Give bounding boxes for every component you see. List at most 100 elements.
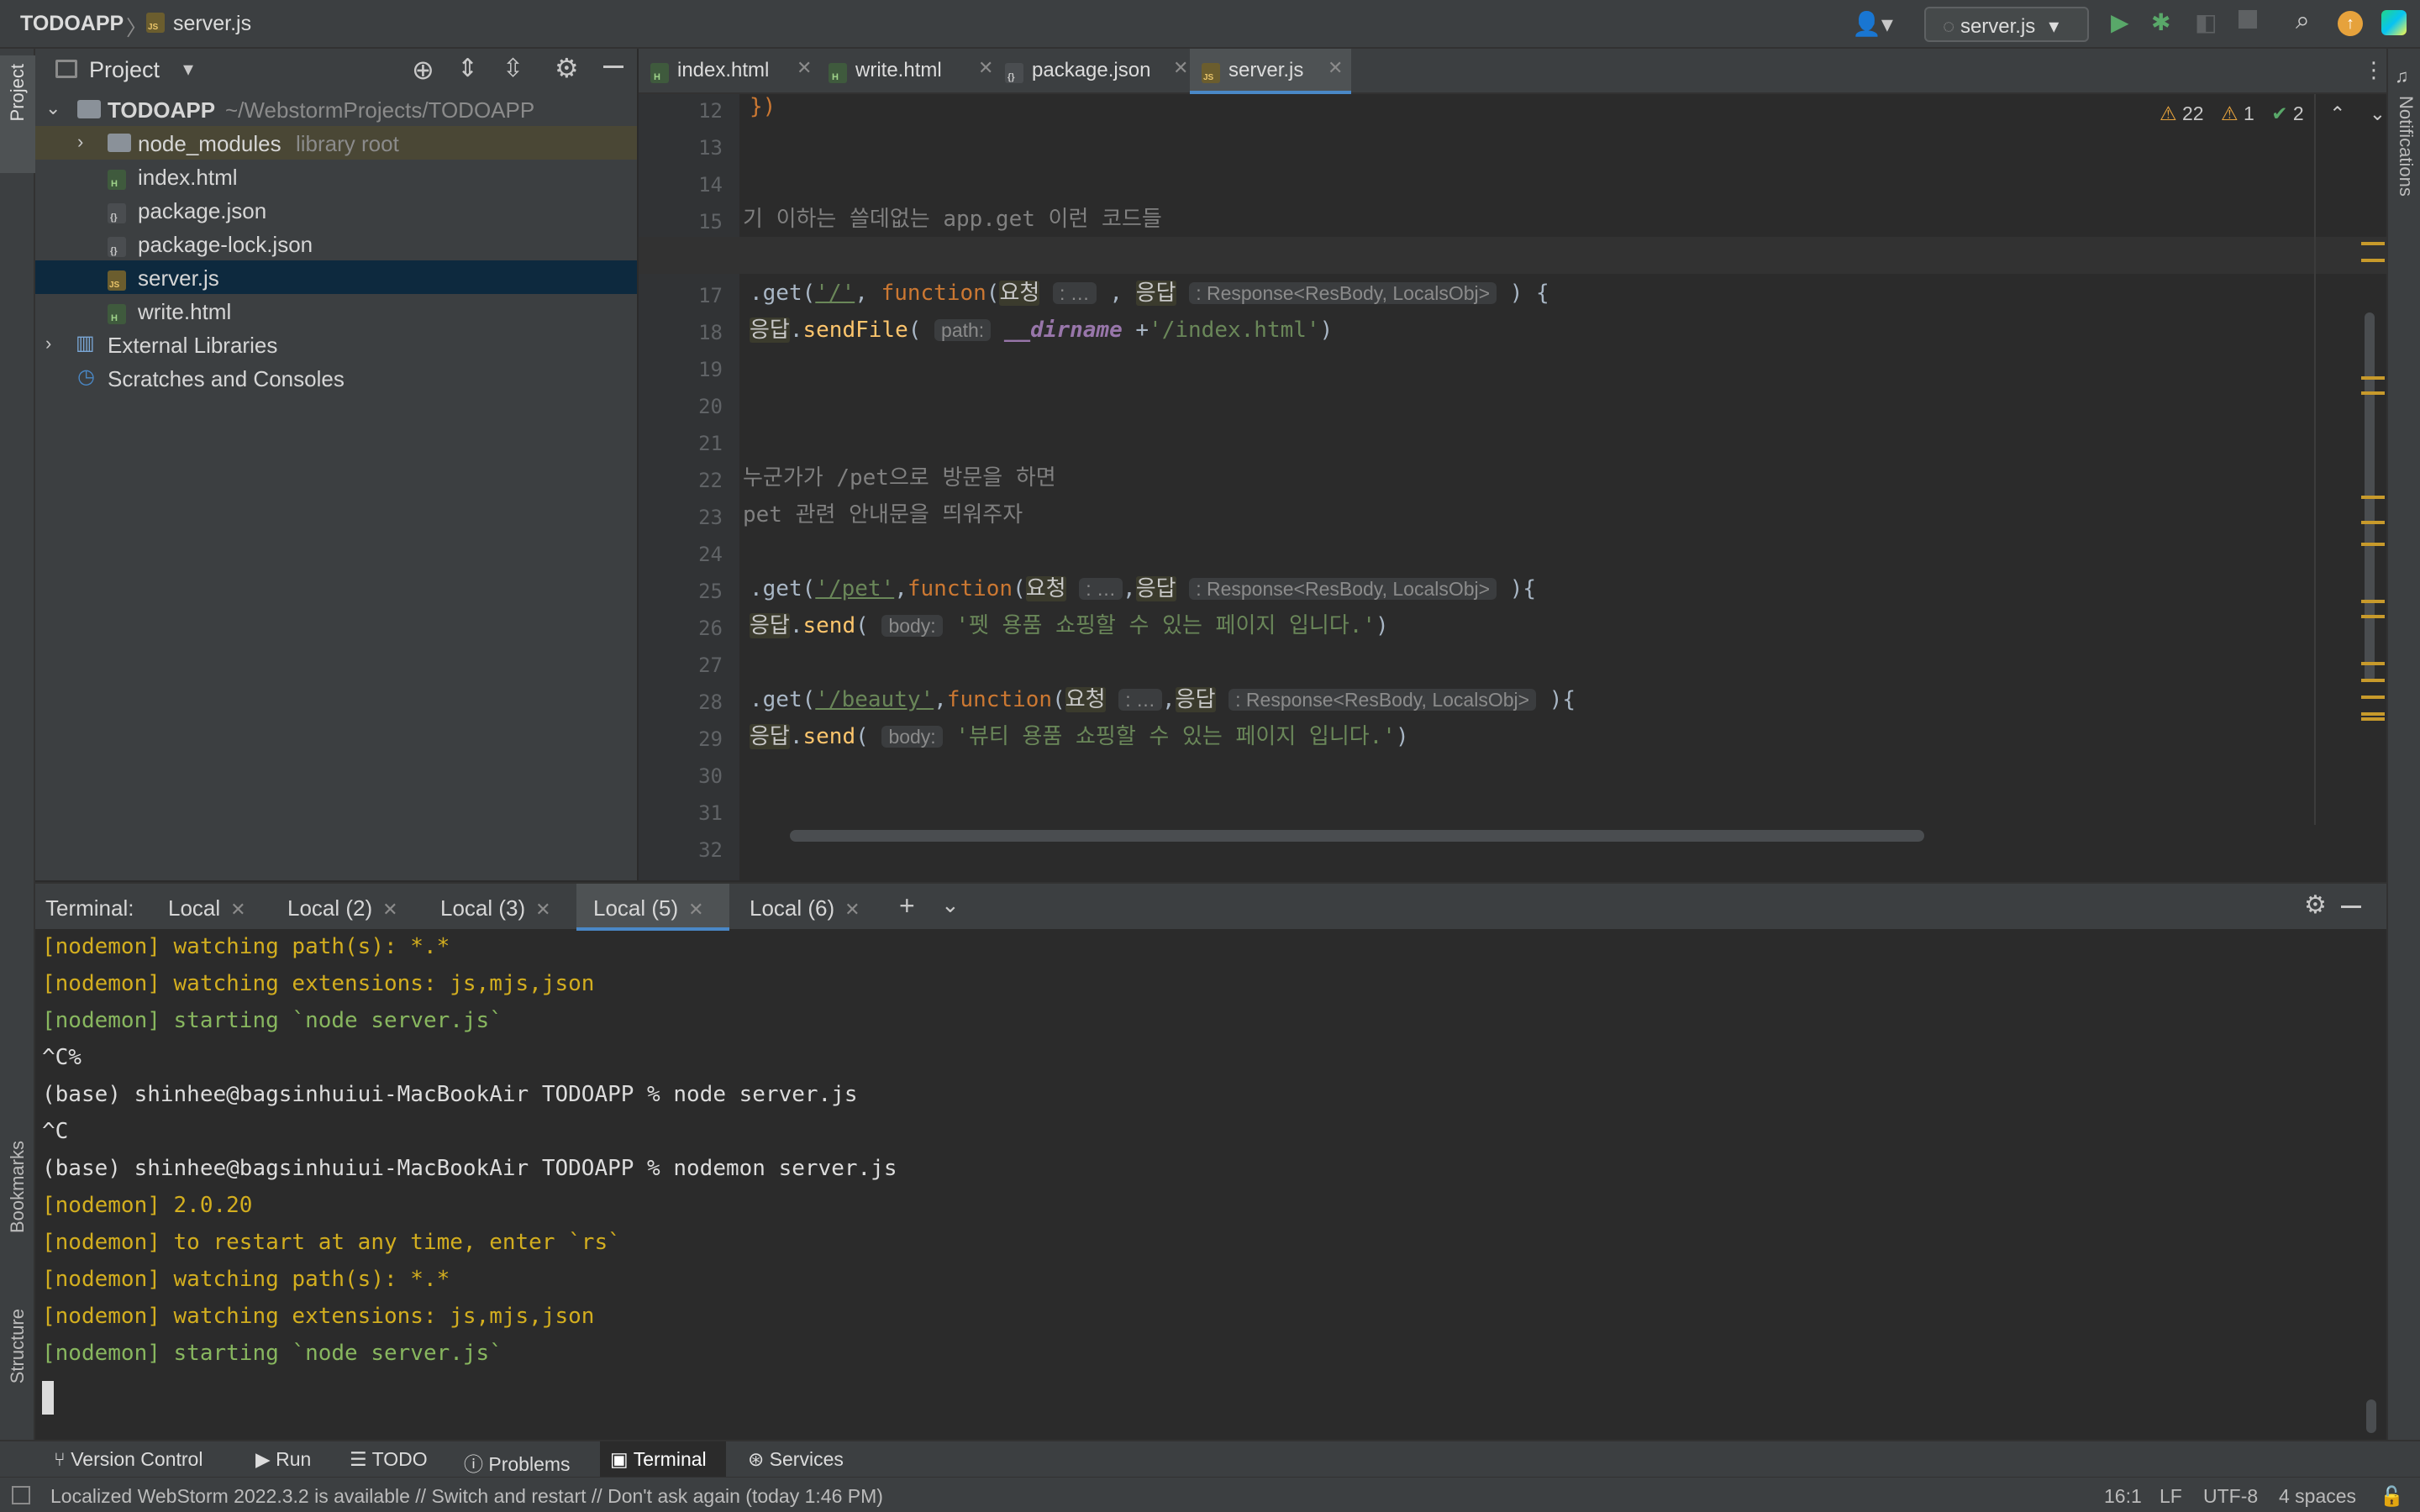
- line-number[interactable]: 22: [639, 469, 723, 492]
- line-number[interactable]: 21: [639, 432, 723, 455]
- coverage-icon[interactable]: ◧: [2195, 8, 2217, 36]
- close-icon[interactable]: ✕: [230, 899, 245, 920]
- services-button[interactable]: ⊛ Services: [748, 1448, 844, 1471]
- run-icon[interactable]: ▶: [2111, 8, 2129, 36]
- line-number[interactable]: 13: [639, 136, 723, 160]
- line-number[interactable]: 26: [639, 617, 723, 640]
- line-number[interactable]: 29: [639, 727, 723, 751]
- code-editor[interactable]: 1213141516171819202122232425262728293031…: [639, 94, 2386, 880]
- line-number[interactable]: 27: [639, 654, 723, 677]
- version-control-button[interactable]: ⑂ Version Control: [54, 1448, 203, 1471]
- stripe-mark[interactable]: [2361, 600, 2385, 603]
- terminal-output[interactable]: [nodemon] watching path(s): *.* [nodemon…: [35, 929, 2386, 1440]
- layout-icon[interactable]: [12, 1486, 30, 1504]
- minimize-icon[interactable]: [603, 66, 623, 68]
- webstorm-logo-icon[interactable]: [2381, 10, 2407, 35]
- line-number[interactable]: 24: [639, 543, 723, 566]
- add-tab-icon[interactable]: +: [899, 890, 915, 921]
- close-icon[interactable]: ✕: [978, 57, 993, 79]
- gear-icon[interactable]: ⚙: [555, 52, 579, 84]
- stripe-mark[interactable]: [2361, 391, 2385, 395]
- tab-local-3[interactable]: Local (3) ✕: [440, 895, 551, 921]
- stripe-mark[interactable]: [2361, 712, 2385, 716]
- expand-all-icon[interactable]: ⇕: [457, 54, 478, 83]
- stripe-mark[interactable]: [2361, 376, 2385, 380]
- tree-item-server-js[interactable]: server.js: [35, 260, 637, 294]
- tree-item-package-json[interactable]: package.json: [35, 193, 637, 227]
- lock-icon[interactable]: 🔓: [2380, 1485, 2404, 1508]
- chevron-right-icon[interactable]: ›: [77, 131, 83, 153]
- line-number[interactable]: 18: [639, 321, 723, 344]
- project-tool-button[interactable]: Project: [0, 55, 35, 173]
- run-config-select[interactable]: ◌ server.js ▾: [1924, 7, 2089, 42]
- debug-icon[interactable]: ✱: [2151, 8, 2170, 36]
- vertical-scrollbar[interactable]: [2366, 1399, 2376, 1433]
- user-icon[interactable]: 👤▾: [1852, 10, 1893, 38]
- close-icon[interactable]: ✕: [535, 899, 550, 920]
- line-number[interactable]: 12: [639, 99, 723, 123]
- chevron-down-icon[interactable]: ⌄: [2370, 102, 2386, 124]
- chevron-right-icon[interactable]: ›: [45, 333, 51, 354]
- stripe-mark[interactable]: [2361, 496, 2385, 499]
- tree-item-scratches[interactable]: ◷ Scratches and Consoles: [35, 361, 637, 395]
- line-number[interactable]: 32: [639, 838, 723, 862]
- locate-icon[interactable]: ⊕: [412, 54, 434, 86]
- line-number[interactable]: 23: [639, 506, 723, 529]
- run-button[interactable]: ▶ Run: [255, 1448, 311, 1471]
- chevron-down-icon[interactable]: ▾: [183, 57, 193, 81]
- tree-item-index-html[interactable]: index.html: [35, 160, 637, 193]
- tree-item-write-html[interactable]: write.html: [35, 294, 637, 328]
- line-number[interactable]: 31: [639, 801, 723, 825]
- tab-index-html[interactable]: index.html ✕: [650, 49, 818, 94]
- tab-package-json[interactable]: package.json ✕: [1005, 49, 1193, 94]
- more-tabs-icon[interactable]: ⋮: [2363, 57, 2385, 83]
- collapse-all-icon[interactable]: ⇳: [502, 54, 523, 83]
- close-icon[interactable]: ✕: [382, 899, 397, 920]
- line-number[interactable]: 17: [639, 284, 723, 307]
- close-icon[interactable]: ✕: [688, 899, 703, 920]
- inspection-widget[interactable]: ⚠ 22 ⚠ 1 ✔ 2 ⌃ ⌄: [2160, 102, 2386, 125]
- stripe-mark[interactable]: [2361, 717, 2385, 721]
- chevron-down-icon[interactable]: ⌄: [941, 892, 960, 918]
- tab-server-js[interactable]: server.js ✕: [1190, 49, 1351, 94]
- stripe-mark[interactable]: [2361, 242, 2385, 245]
- horizontal-scrollbar[interactable]: [790, 830, 1924, 842]
- project-view-title[interactable]: Project: [89, 57, 160, 83]
- caret-position[interactable]: 16:1: [2104, 1485, 2142, 1508]
- status-message[interactable]: Localized WebStorm 2022.3.2 is available…: [50, 1485, 883, 1508]
- line-number[interactable]: 19: [639, 358, 723, 381]
- chevron-up-icon[interactable]: ⌃: [2329, 102, 2345, 124]
- close-icon[interactable]: ✕: [797, 57, 812, 79]
- todo-button[interactable]: ☰ TODO: [350, 1448, 428, 1471]
- tab-local[interactable]: Local ✕: [168, 895, 246, 921]
- close-icon[interactable]: ✕: [1173, 57, 1188, 79]
- close-icon[interactable]: ✕: [1328, 57, 1343, 79]
- chevron-down-icon[interactable]: ⌄: [45, 97, 60, 119]
- line-number[interactable]: 30: [639, 764, 723, 788]
- line-separator[interactable]: LF: [2160, 1485, 2182, 1508]
- problems-button[interactable]: ⓘ Problems: [464, 1448, 571, 1477]
- line-number[interactable]: 20: [639, 395, 723, 418]
- tab-local-5[interactable]: Local (5) ✕: [576, 884, 729, 931]
- tree-item-package-lock-json[interactable]: package-lock.json: [35, 227, 637, 260]
- gear-icon[interactable]: ⚙: [2304, 890, 2327, 920]
- stripe-mark[interactable]: [2361, 696, 2385, 699]
- search-icon[interactable]: ⌕: [2296, 7, 2310, 35]
- close-icon[interactable]: ✕: [844, 899, 860, 920]
- line-number[interactable]: 15: [639, 210, 723, 234]
- stripe-mark[interactable]: [2361, 662, 2385, 665]
- indent-setting[interactable]: 4 spaces: [2279, 1485, 2356, 1508]
- tab-local-2[interactable]: Local (2) ✕: [287, 895, 398, 921]
- stripe-mark[interactable]: [2361, 615, 2385, 618]
- line-number[interactable]: 14: [639, 173, 723, 197]
- tab-local-6[interactable]: Local (6) ✕: [750, 895, 860, 921]
- breadcrumb-project[interactable]: TODOAPP: [20, 12, 124, 36]
- stripe-mark[interactable]: [2361, 679, 2385, 682]
- update-icon[interactable]: ↑: [2338, 11, 2363, 36]
- tree-item-node-modules[interactable]: › node_modules library root: [35, 126, 637, 160]
- line-number[interactable]: 25: [639, 580, 723, 603]
- stripe-mark[interactable]: [2361, 543, 2385, 546]
- minimize-icon[interactable]: [2341, 906, 2361, 908]
- line-number[interactable]: 28: [639, 690, 723, 714]
- structure-tool-label[interactable]: Structure: [7, 1309, 29, 1383]
